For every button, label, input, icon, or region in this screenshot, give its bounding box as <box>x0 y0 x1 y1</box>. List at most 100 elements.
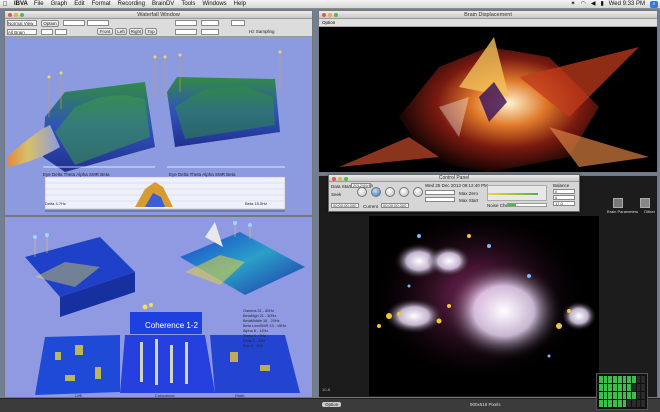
dither-label: Dither <box>644 209 655 214</box>
legend-eye: Eye 0 - 1Hz <box>243 344 263 348</box>
current-label: Current <box>363 204 379 209</box>
app-menu[interactable]: IBVA <box>14 0 28 9</box>
record-button[interactable] <box>385 187 395 197</box>
clock[interactable]: Wed 9:33 PM <box>609 0 645 9</box>
waterfall-plot[interactable]: Eye Delta Theta Alpha SMR Beta Eye Delta… <box>5 37 312 215</box>
bluetooth-icon[interactable]: ✶ <box>571 0 576 9</box>
window-controls <box>332 177 350 181</box>
control-panel: Control Panel Data Start 2012/09/19 Seek… <box>328 174 580 212</box>
rate-field[interactable] <box>87 20 109 26</box>
balance-field-1[interactable]: 0 <box>553 189 575 194</box>
waterfall-graphic <box>7 50 286 212</box>
time-field[interactable] <box>63 20 85 26</box>
control-panel-body: Data Start 2012/09/19 Seek 00:00:00.000 … <box>329 182 579 211</box>
noise-meter <box>507 203 547 207</box>
left-band-title: Eye Delta Theta Alpha SMR Beta <box>43 172 110 177</box>
control-panel-titlebar[interactable]: Control Panel <box>329 175 579 182</box>
top-button[interactable]: Top <box>145 28 157 35</box>
level-meters <box>596 373 648 410</box>
left-button[interactable]: Left <box>115 28 127 35</box>
wifi-icon[interactable]: ◠ <box>581 0 586 9</box>
pixel-size-label: 900x518 Pixels <box>470 402 501 407</box>
lo-field[interactable] <box>201 20 219 26</box>
menu-graph[interactable]: Graph <box>51 0 68 9</box>
channel-select[interactable]: All Brain <box>7 29 37 35</box>
battery-icon[interactable]: ▮ <box>600 0 603 9</box>
menu-format[interactable]: Format <box>92 0 111 9</box>
play-button[interactable] <box>371 187 381 197</box>
brain-params-icon[interactable] <box>612 198 623 208</box>
waterfall-titlebar[interactable]: Waterfall Window <box>5 11 312 19</box>
hi-field[interactable] <box>201 29 219 35</box>
menu-braindv[interactable]: BrainDV <box>152 0 174 9</box>
spotlight-icon[interactable]: ⌕ <box>650 0 658 8</box>
volume-icon[interactable]: ◀ <box>591 0 596 9</box>
view-select[interactable]: Normal View <box>7 20 37 26</box>
front-button[interactable]: Front <box>97 28 113 35</box>
menu-edit[interactable]: Edit <box>74 0 84 9</box>
close-icon[interactable] <box>332 177 336 181</box>
menu-bar:  IBVA File Graph Edit Format Recording … <box>0 0 660 9</box>
ch-field-1[interactable] <box>41 29 53 35</box>
zoom-icon[interactable] <box>344 177 348 181</box>
band-legend: Gamma 31 - 60Hz BetaHigh 21 - 30Hz BetaM… <box>243 309 286 349</box>
waterfall-window: Waterfall Window Normal View Option All … <box>4 10 313 216</box>
dither-icon[interactable] <box>639 198 650 208</box>
right-button[interactable]: Right <box>129 28 143 35</box>
sampling-label: Hz Sampling <box>249 29 275 34</box>
balance-field-3[interactable]: 17.0 <box>553 201 575 206</box>
balance-value-2: 0 <box>555 195 558 200</box>
particles-option[interactable]: Option <box>322 402 342 407</box>
ch-field-2[interactable] <box>55 29 67 35</box>
menu-help[interactable]: Help <box>234 0 246 9</box>
range-field-2[interactable] <box>425 197 455 202</box>
menu-tools[interactable]: Tools <box>181 0 195 9</box>
brain-option[interactable]: Option <box>322 20 335 25</box>
brain-visual[interactable] <box>319 27 658 173</box>
channel-scale <box>487 185 547 201</box>
close-icon[interactable] <box>322 13 326 17</box>
minimize-icon[interactable] <box>338 177 342 181</box>
brain-params-label: Brain Parameters <box>607 209 639 214</box>
coherence-graphic <box>25 221 305 395</box>
brain-titlebar[interactable]: Brain Displacement <box>319 11 657 19</box>
current-field[interactable]: 00:00:00.000 <box>381 203 409 208</box>
max-field[interactable] <box>175 20 197 26</box>
option-button[interactable]: Option <box>41 20 59 27</box>
minimize-icon[interactable] <box>328 13 332 17</box>
brain-toolbar: Option <box>319 19 657 27</box>
menu-file[interactable]: File <box>34 0 44 9</box>
bottom-bar: Option 900x518 Pixels <box>0 398 660 412</box>
menu-windows[interactable]: Windows <box>202 0 226 9</box>
stop-button[interactable] <box>399 187 409 197</box>
coherence-window[interactable]: Coherence 1-2 Gamma 31 - 60Hz BetaHigh 2… <box>4 216 313 398</box>
forward-button[interactable] <box>413 187 423 197</box>
delta-caption: Delta 4.7Hz <box>45 201 66 206</box>
window-controls <box>322 13 340 17</box>
close-icon[interactable] <box>8 13 12 17</box>
channel-select-value: All Brain <box>8 30 25 35</box>
current-value: 00:00:00.000 <box>383 203 407 208</box>
view-select-value: Normal View <box>8 21 34 26</box>
seek-label: Seek <box>331 192 342 197</box>
right-band-title: Eye Delta Theta Alpha SMR Beta <box>169 172 236 177</box>
rewind-button[interactable] <box>357 187 367 197</box>
sampling-field[interactable] <box>231 20 245 26</box>
window-controls <box>8 13 26 17</box>
time-field[interactable]: 00:00:00.000 <box>331 203 359 208</box>
menu-recording[interactable]: Recording <box>118 0 145 9</box>
zoom-icon[interactable] <box>334 13 338 17</box>
brain-displacement-window: Brain Displacement Option <box>318 10 658 173</box>
data-start-label: Data Start <box>331 184 352 189</box>
range-field-1[interactable] <box>425 190 455 195</box>
time-field-value: 00:00:00.000 <box>333 203 357 208</box>
date-label: Wed 25 Dec 2012 09:12:40 PM <box>425 183 488 188</box>
min-field[interactable] <box>175 29 197 35</box>
beta-caption: Beta 15.5Hz <box>245 201 268 206</box>
zoom-icon[interactable] <box>20 13 24 17</box>
balance-value-3: 17.0 <box>555 201 563 206</box>
apple-icon[interactable]:  <box>0 0 10 9</box>
max-start-label: Max Start <box>459 198 479 203</box>
balance-field-2[interactable]: 0 <box>553 195 575 200</box>
minimize-icon[interactable] <box>14 13 18 17</box>
